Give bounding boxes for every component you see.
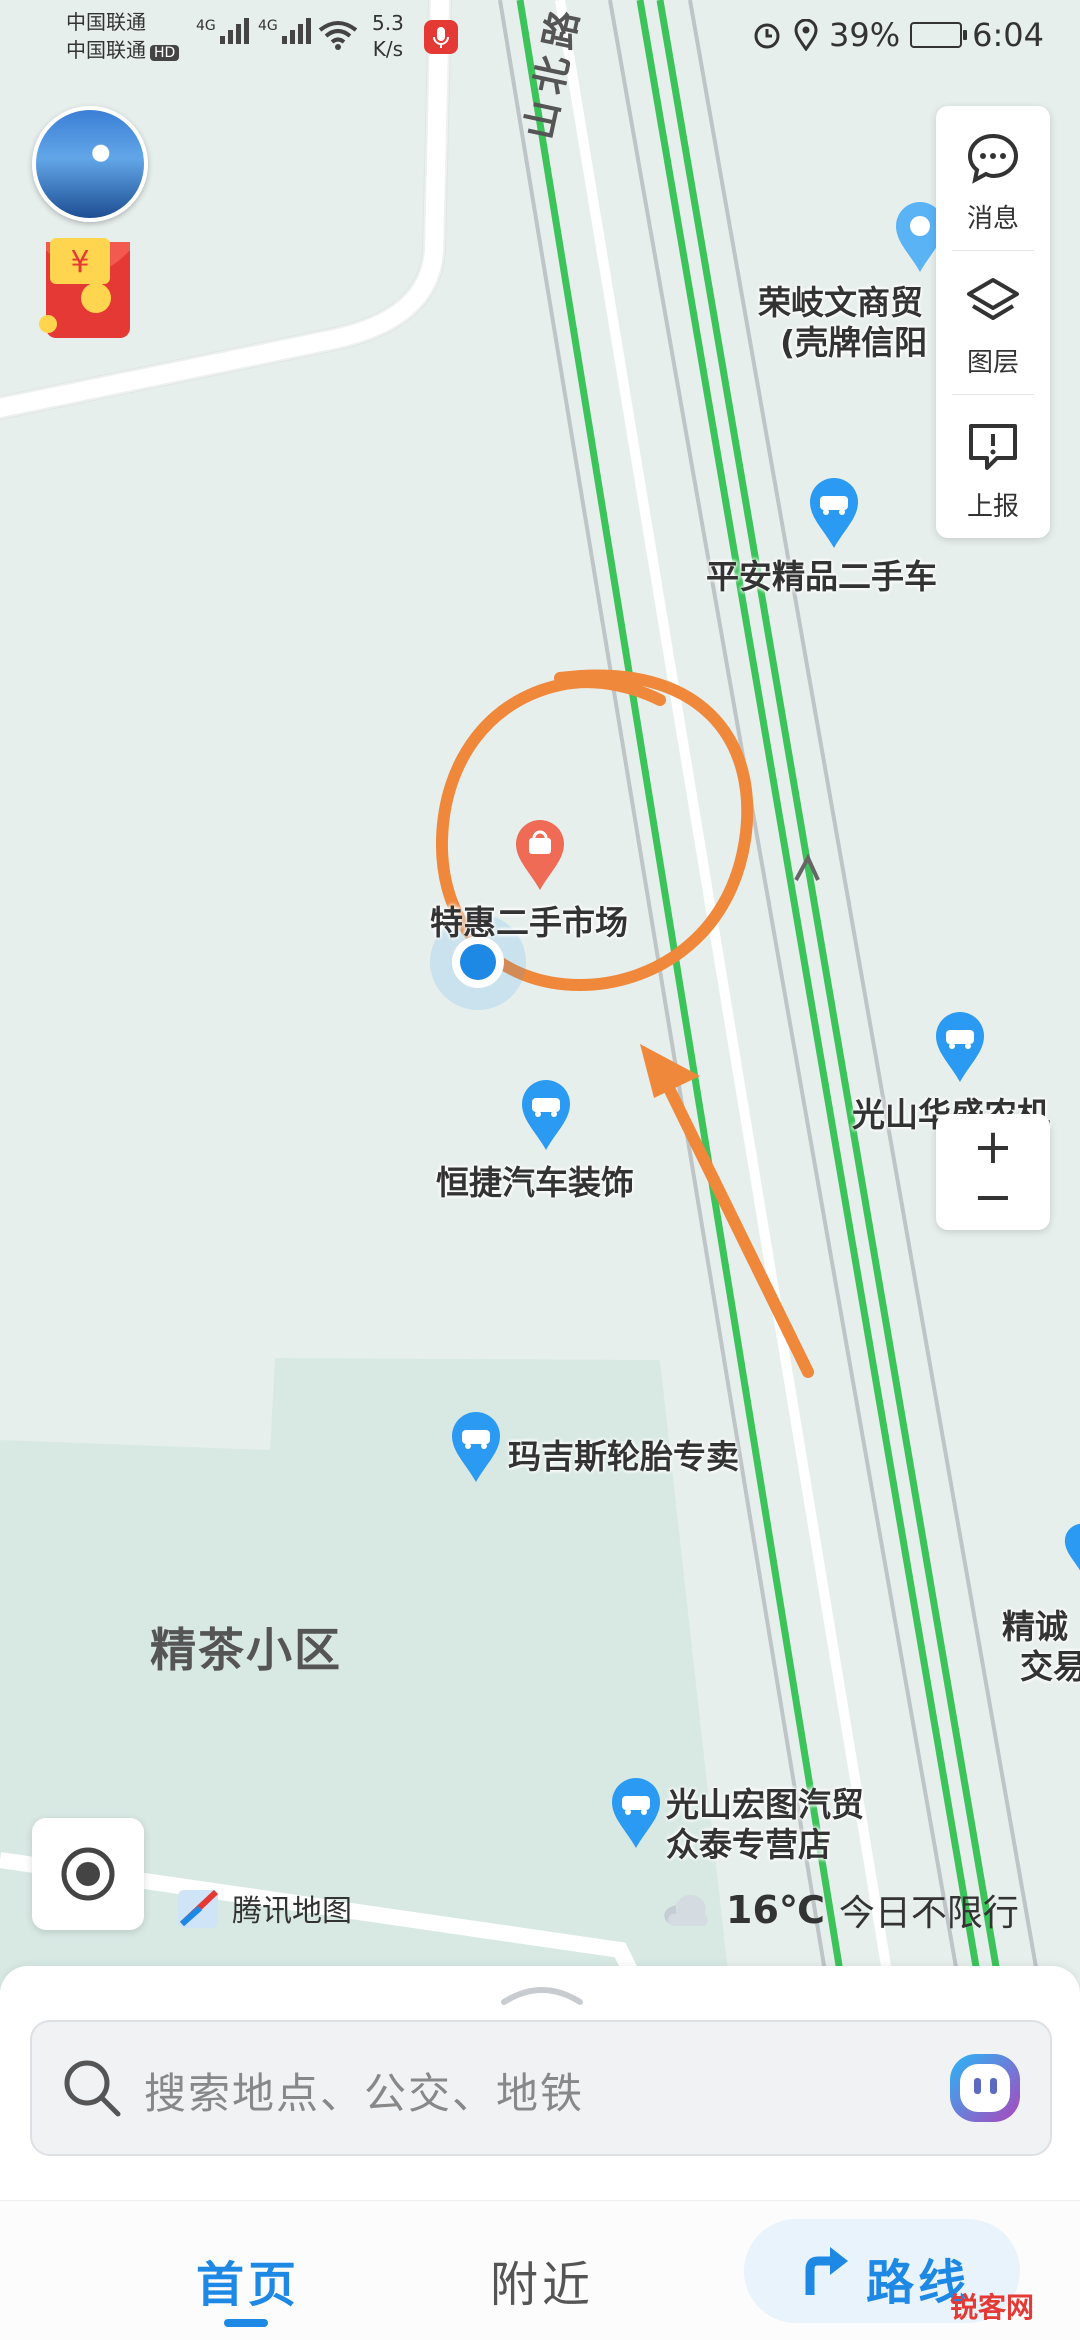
poi-label-pingan[interactable]: 平安精品二手车 xyxy=(706,550,937,598)
layers-icon xyxy=(967,278,1019,320)
poi-label-hongtu-2[interactable]: 众泰专营店 xyxy=(666,1818,831,1866)
status-bar: 中国联通 中国联通 HD 4G 4G 5.3 K/s 39% 6:04 xyxy=(0,0,1080,72)
carrier-2: 中国联通 xyxy=(66,38,146,62)
tencent-map-logo-icon xyxy=(178,1889,219,1928)
hd-badge: HD xyxy=(150,45,180,61)
zoom-control: + − xyxy=(936,1114,1050,1230)
search-bar[interactable]: 搜索地点、公交、地铁 xyxy=(30,2020,1052,2156)
poi-pin-huasheng[interactable] xyxy=(932,1008,988,1084)
speed-value: 5.3 xyxy=(372,11,404,35)
red-packet-icon[interactable]: ¥ xyxy=(38,236,134,344)
poi-pin-majisi[interactable] xyxy=(448,1408,504,1484)
watermark: 锐客网 xyxy=(949,2291,1034,2324)
carrier-info: 中国联通 中国联通 HD xyxy=(66,8,180,67)
status-right: 39% 6:04 xyxy=(751,16,1044,54)
bottom-nav: 首页 附近 路线 xyxy=(0,2200,1080,2340)
target-icon xyxy=(61,1847,115,1901)
network-speed: 5.3 K/s xyxy=(372,10,404,62)
report-label: 上报 xyxy=(966,492,1019,522)
temperature: 16℃ xyxy=(726,1888,825,1932)
poi-label-rongqi-2[interactable]: (壳牌信阳 xyxy=(780,316,927,364)
map-side-panel: 消息 图层 上报 xyxy=(936,106,1050,538)
report-icon xyxy=(969,424,1017,470)
assistant-bot-icon[interactable] xyxy=(946,2050,1024,2126)
layers-button[interactable]: 图层 xyxy=(936,250,1050,394)
report-button[interactable]: 上报 xyxy=(936,394,1050,538)
messages-button[interactable]: 消息 xyxy=(936,106,1050,250)
microphone-icon xyxy=(424,20,458,54)
tab-nearby[interactable]: 附近 xyxy=(490,2245,594,2315)
sig-1-label: 4G xyxy=(196,18,216,34)
wifi-icon xyxy=(318,21,358,50)
turn-right-arrow-icon xyxy=(805,2247,848,2295)
zoom-out-button[interactable]: − xyxy=(936,1172,1050,1222)
zoom-in-button[interactable]: + xyxy=(936,1122,1050,1172)
signal-icon xyxy=(282,18,312,44)
poi-pin-tehui[interactable] xyxy=(512,816,568,892)
messages-label: 消息 xyxy=(966,204,1019,234)
bottom-sheet: 搜索地点、公交、地铁 首页 附近 路线 锐客网 xyxy=(0,1966,1080,2340)
brand-name: 腾讯地图 xyxy=(232,1894,352,1929)
tab-home[interactable]: 首页 xyxy=(196,2245,300,2315)
cloud-icon xyxy=(664,1894,708,1927)
poi-pin-jingcheng[interactable] xyxy=(1062,1518,1080,1578)
poi-label-hengjie[interactable]: 恒捷汽车装饰 xyxy=(436,1156,634,1204)
map-brand: 腾讯地图 xyxy=(176,1884,352,1932)
poi-pin-hongtu[interactable] xyxy=(608,1774,664,1850)
signal-icon xyxy=(220,18,250,44)
poi-label-jingcheng-2[interactable]: 交易 xyxy=(1020,1640,1080,1688)
sig-2-label: 4G xyxy=(258,18,278,34)
screen: 山北路 荣岐文商贸 (壳牌信阳 平安精品二手车 特惠二手市场 恒捷汽车装饰 玛吉… xyxy=(0,0,1080,2340)
area-label-jingcha: 精茶小区 xyxy=(150,1623,342,1677)
tab-home-indicator xyxy=(224,2319,268,2327)
alarm-icon xyxy=(754,23,780,49)
chevron-up-icon[interactable] xyxy=(500,1982,584,2006)
speed-unit: K/s xyxy=(372,37,404,61)
clock: 6:04 xyxy=(972,16,1044,54)
poi-label-majisi[interactable]: 玛吉斯轮胎专卖 xyxy=(508,1430,739,1478)
poi-pin-hengjie[interactable] xyxy=(518,1076,574,1152)
chat-bubble-icon xyxy=(967,133,1019,184)
poi-label-tehui[interactable]: 特惠二手市场 xyxy=(430,896,628,944)
search-icon xyxy=(64,2060,121,2117)
layers-label: 图层 xyxy=(966,348,1019,378)
weather-widget[interactable]: 16℃ 今日不限行 xyxy=(660,1884,1019,1936)
poi-pin-pingan[interactable] xyxy=(806,474,862,550)
search-placeholder: 搜索地点、公交、地铁 xyxy=(144,2069,585,2118)
locate-me-button[interactable] xyxy=(32,1818,144,1930)
carrier-1: 中国联通 xyxy=(66,10,146,34)
signal-1: 4G xyxy=(196,18,250,48)
battery-percent: 39% xyxy=(829,16,901,54)
signal-2: 4G xyxy=(258,18,312,48)
location-icon xyxy=(794,19,818,51)
svg-text:¥: ¥ xyxy=(70,245,89,280)
user-avatar[interactable] xyxy=(32,106,148,222)
battery-icon xyxy=(910,22,968,48)
map-canvas[interactable]: 山北路 荣岐文商贸 (壳牌信阳 平安精品二手车 特惠二手市场 恒捷汽车装饰 玛吉… xyxy=(0,0,1080,1990)
traffic-restriction: 今日不限行 xyxy=(838,1893,1019,1934)
